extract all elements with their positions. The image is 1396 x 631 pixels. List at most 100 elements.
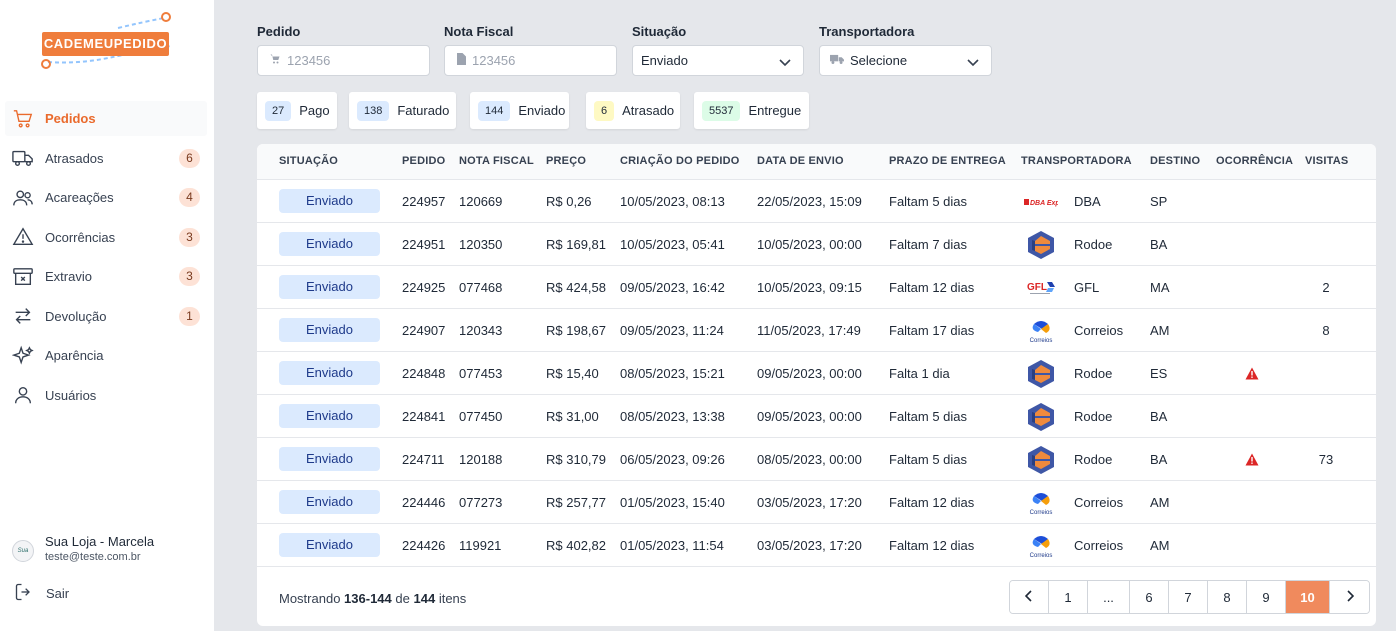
sidebar-item-usuarios[interactable]: Usuários bbox=[5, 378, 207, 413]
order-number[interactable]: 224951 bbox=[402, 237, 445, 252]
user-profile[interactable]: Sua Loja Sua Loja - Marcela teste@teste.… bbox=[12, 532, 207, 568]
table-row[interactable]: Enviado 224711 120188 R$ 310,79 06/05/2023, … bbox=[257, 438, 1376, 481]
table-row[interactable]: Enviado 224925 077468 R$ 424,58 09/05/2023, … bbox=[257, 266, 1376, 309]
column-header[interactable]: PREÇO bbox=[546, 155, 586, 167]
shipped-at: 22/05/2023, 15:09 bbox=[757, 194, 862, 209]
transportadora-select[interactable]: Selecione bbox=[819, 45, 992, 76]
table-row[interactable]: Enviado 224957 120669 R$ 0,26 10/05/2023, 08… bbox=[257, 180, 1376, 223]
status-badge[interactable]: Enviado bbox=[279, 318, 380, 342]
order-number[interactable]: 224957 bbox=[402, 194, 445, 209]
created-at: 10/05/2023, 08:13 bbox=[620, 194, 725, 209]
svg-text:GFL: GFL bbox=[1027, 282, 1047, 293]
sidebar-nav: Pedidos Atrasados 6 Acareações 4 Ocorrências 3… bbox=[5, 101, 207, 417]
sidebar-item-label: Acareações bbox=[45, 190, 114, 205]
status-chip-faturado[interactable]: 138 Faturado bbox=[349, 92, 456, 129]
shipped-at: 08/05/2023, 00:00 bbox=[757, 452, 862, 467]
pedido-filter-input[interactable] bbox=[287, 53, 417, 68]
sidebar-item-badge: 6 bbox=[179, 148, 200, 168]
transportadora-select-value: Selecione bbox=[850, 53, 908, 68]
chip-label: Enviado bbox=[518, 103, 566, 118]
status-badge[interactable]: Enviado bbox=[279, 232, 380, 256]
carrier-name: Rodoe bbox=[1074, 366, 1113, 381]
destination: AM bbox=[1150, 495, 1170, 510]
situacao-select[interactable]: Enviado bbox=[632, 45, 804, 76]
column-header[interactable]: PEDIDO bbox=[402, 155, 445, 167]
table-row[interactable]: Enviado 224907 120343 R$ 198,67 09/05/2023, … bbox=[257, 309, 1376, 352]
column-header[interactable]: CRIAÇÃO DO PEDIDO bbox=[620, 155, 740, 167]
visits-count: 73 bbox=[1318, 452, 1334, 467]
warning-icon[interactable] bbox=[1245, 367, 1259, 383]
chip-label: Atrasado bbox=[622, 103, 675, 118]
price: R$ 31,00 bbox=[546, 409, 599, 424]
chip-count: 138 bbox=[357, 100, 390, 121]
pagination-page-button[interactable]: 6 bbox=[1130, 581, 1169, 613]
pagination-page-button[interactable]: 8 bbox=[1208, 581, 1247, 613]
column-header[interactable]: VISITAS bbox=[1305, 155, 1348, 167]
order-number[interactable]: 224907 bbox=[402, 323, 445, 338]
sidebar-item-extravio[interactable]: Extravio 3 bbox=[5, 259, 207, 294]
status-chip-pago[interactable]: 27 Pago bbox=[257, 92, 337, 129]
column-header[interactable]: NOTA FISCAL bbox=[459, 155, 534, 167]
status-chip-entregue[interactable]: 5537 Entregue bbox=[694, 92, 809, 129]
status-chip-enviado[interactable]: 144 Enviado bbox=[470, 92, 569, 129]
delivery-deadline: Faltam 12 dias bbox=[889, 538, 975, 553]
status-badge[interactable]: Enviado bbox=[279, 275, 380, 299]
sidebar-item-aparencia[interactable]: Aparência bbox=[5, 338, 207, 373]
table-row[interactable]: Enviado 224426 119921 R$ 402,82 01/05/2023, … bbox=[257, 524, 1376, 567]
order-number[interactable]: 224711 bbox=[402, 452, 444, 467]
created-at: 09/05/2023, 16:42 bbox=[620, 280, 725, 295]
sidebar-item-devolucao[interactable]: Devolução 1 bbox=[5, 299, 207, 334]
status-badge[interactable]: Enviado bbox=[279, 189, 380, 213]
nota-fiscal-filter-input[interactable] bbox=[472, 53, 602, 68]
status-badge[interactable]: Enviado bbox=[279, 404, 380, 428]
table-row[interactable]: Enviado 224841 077450 R$ 31,00 08/05/2023, 1… bbox=[257, 395, 1376, 438]
pagination-page-button[interactable]: 7 bbox=[1169, 581, 1208, 613]
logout-button[interactable]: Sair bbox=[14, 582, 69, 604]
table-row[interactable]: Enviado 224446 077273 R$ 257,77 01/05/2023, … bbox=[257, 481, 1376, 524]
pagination: 1... 6 7 8 9 10 bbox=[1009, 580, 1370, 614]
pagination-next-button[interactable] bbox=[1330, 581, 1369, 613]
column-header[interactable]: OCORRÊNCIA bbox=[1216, 155, 1293, 167]
sidebar-item-pedidos[interactable]: Pedidos bbox=[5, 101, 207, 136]
table-row[interactable]: Enviado 224848 077453 R$ 15,40 08/05/2023, 1… bbox=[257, 352, 1376, 395]
sidebar-item-ocorrencias[interactable]: Ocorrências 3 bbox=[5, 220, 207, 255]
delivery-deadline: Faltam 12 dias bbox=[889, 280, 975, 295]
sidebar-item-label: Devolução bbox=[45, 308, 107, 324]
visits-count: 8 bbox=[1322, 323, 1330, 338]
destination: ES bbox=[1150, 366, 1168, 381]
pagination-prev-button[interactable] bbox=[1010, 581, 1049, 613]
status-badge[interactable]: Enviado bbox=[279, 361, 380, 385]
pedido-filter-field[interactable] bbox=[257, 45, 430, 76]
status-badge[interactable]: Enviado bbox=[279, 533, 380, 557]
column-header[interactable]: TRANSPORTADORA bbox=[1021, 155, 1132, 167]
logo-text: CADEMEUPEDIDO bbox=[42, 32, 169, 56]
pagination-page-button[interactable]: 1 bbox=[1049, 581, 1088, 613]
column-header[interactable]: DESTINO bbox=[1150, 155, 1200, 167]
column-header[interactable]: SITUAÇÃO bbox=[279, 155, 338, 167]
cart-icon bbox=[269, 53, 281, 68]
price: R$ 424,58 bbox=[546, 280, 606, 295]
order-number[interactable]: 224925 bbox=[402, 280, 445, 295]
status-chip-atrasado[interactable]: 6 Atrasado bbox=[586, 92, 680, 129]
summary-suffix: itens bbox=[438, 591, 467, 606]
pedido-filter-label: Pedido bbox=[257, 24, 301, 39]
sidebar-item-atrasados[interactable]: Atrasados 6 bbox=[5, 141, 207, 176]
column-header[interactable]: PRAZO DE ENTREGA bbox=[889, 155, 1006, 167]
status-badge[interactable]: Enviado bbox=[279, 490, 380, 514]
sidebar-item-acareacoes[interactable]: Acareações 4 bbox=[5, 180, 207, 215]
arrows-swap-icon bbox=[11, 304, 35, 328]
column-header[interactable]: DATA DE ENVIO bbox=[757, 155, 844, 167]
pagination-page-button[interactable]: 9 bbox=[1247, 581, 1286, 613]
price: R$ 257,77 bbox=[546, 495, 606, 510]
order-number[interactable]: 224446 bbox=[402, 495, 445, 510]
nota-fiscal-filter-field[interactable] bbox=[444, 45, 617, 76]
status-badge[interactable]: Enviado bbox=[279, 447, 380, 471]
warning-icon[interactable] bbox=[1245, 453, 1259, 469]
carrier-name: Correios bbox=[1074, 495, 1124, 510]
order-number[interactable]: 224426 bbox=[402, 538, 445, 553]
order-number[interactable]: 224841 bbox=[402, 409, 445, 424]
pagination-page-button[interactable]: 10 bbox=[1286, 581, 1330, 613]
order-number[interactable]: 224848 bbox=[402, 366, 445, 381]
table-row[interactable]: Enviado 224951 120350 R$ 169,81 10/05/2023, … bbox=[257, 223, 1376, 266]
brand-logo[interactable]: CADEMEUPEDIDO bbox=[38, 12, 174, 72]
